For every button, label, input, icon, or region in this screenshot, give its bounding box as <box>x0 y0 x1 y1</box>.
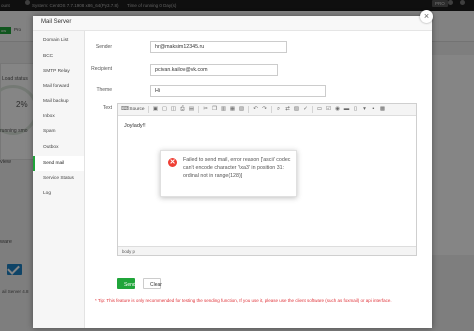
error-icon: ✕ <box>168 158 177 167</box>
toolbar-separator <box>312 106 313 113</box>
recipient-input[interactable] <box>150 64 278 76</box>
copy-icon[interactable]: ❐ <box>211 106 218 113</box>
redo-icon[interactable]: ↷ <box>261 106 268 113</box>
menu-item-inbox[interactable]: Inbox <box>33 109 84 124</box>
dialog-title: Mail Server <box>41 19 72 25</box>
toolbar-separator <box>198 106 199 113</box>
checkbox-icon[interactable]: ☑ <box>325 106 332 113</box>
menu-item-send-mail[interactable]: Send mail <box>33 156 84 171</box>
replace-icon[interactable]: ⇄ <box>284 106 291 113</box>
menu-item-mail-forward[interactable]: Mail forward <box>33 79 84 94</box>
menu-item-domain-list[interactable]: Domain List <box>33 33 84 48</box>
text-label: Text <box>102 105 112 111</box>
error-message: Failed to send mail, error reason ['asci… <box>183 157 291 180</box>
cut-icon[interactable]: ✂ <box>202 106 209 113</box>
editor-path: body p <box>118 246 416 255</box>
menu-item-outbox[interactable]: Outbox <box>33 140 84 155</box>
dialog-header: Mail Server <box>33 16 432 31</box>
menu-item-spam[interactable]: Spam <box>33 124 84 139</box>
error-alert: ✕ Failed to send mail, error reason ['as… <box>160 150 297 197</box>
theme-input[interactable] <box>150 85 326 97</box>
toolbar-separator <box>271 106 272 113</box>
close-icon[interactable]: × <box>420 10 433 23</box>
radio-icon[interactable]: ◉ <box>334 106 341 113</box>
preview-icon[interactable]: ◫ <box>170 106 177 113</box>
menu-item-service-status[interactable]: Service Status <box>33 171 84 186</box>
select-icon[interactable]: ▾ <box>361 106 368 113</box>
new-page-icon[interactable]: ▢ <box>161 106 168 113</box>
recipient-label: Recipient <box>91 66 112 72</box>
theme-label: Theme <box>96 87 112 93</box>
print-icon[interactable]: ⎙ <box>179 106 186 113</box>
menu-item-mail-backup[interactable]: Mail backup <box>33 94 84 109</box>
select-all-icon[interactable]: ▨ <box>293 106 300 113</box>
menu-item-smtp-relay[interactable]: SMTP Relay <box>33 64 84 79</box>
send-button[interactable]: Send <box>117 278 136 289</box>
find-icon[interactable]: ⌕ <box>275 106 282 113</box>
spellcheck-icon[interactable]: ✓ <box>302 106 309 113</box>
menu-item-log[interactable]: Log <box>33 186 84 201</box>
editor-content[interactable]: Joylady!! <box>124 123 146 129</box>
templates-icon[interactable]: ▤ <box>188 106 195 113</box>
source-icon[interactable]: ⌨ <box>121 106 129 113</box>
usage-tip: * Tip: This feature is only recommended … <box>95 298 392 303</box>
menu-item-bcc[interactable]: BCC <box>33 49 84 64</box>
form-icon[interactable]: ▭ <box>316 106 323 113</box>
toolbar-separator <box>148 106 149 113</box>
undo-icon[interactable]: ↶ <box>252 106 259 113</box>
paste-text-icon[interactable]: ▦ <box>229 106 236 113</box>
sender-input[interactable] <box>150 41 287 53</box>
image-button-icon[interactable]: ▩ <box>379 106 386 113</box>
button-icon[interactable]: ▪ <box>370 106 377 113</box>
sender-label: Sender <box>95 44 112 50</box>
textfield-icon[interactable]: ▬ <box>343 106 350 113</box>
paste-icon[interactable]: ▥ <box>220 106 227 113</box>
toolbar-separator <box>248 106 249 113</box>
editor-toolbar: ⌨ Source ▣ ▢ ◫ ⎙ ▤ ✂ ❐ ▥ ▦ ▧ ↶ ↷ ⌕ ⇄ ▨ ✓ ▭ ☑ ◉ ▬ ▯ ▾ ▪ ▩ <box>118 104 416 116</box>
clear-button[interactable]: Clear <box>143 278 162 289</box>
paste-word-icon[interactable]: ▧ <box>238 106 245 113</box>
source-button[interactable]: Source <box>128 106 146 113</box>
mail-server-menu: Domain List BCC SMTP Relay Mail forward … <box>33 31 85 328</box>
save-icon[interactable]: ▣ <box>152 106 159 113</box>
textarea-icon[interactable]: ▯ <box>352 106 359 113</box>
